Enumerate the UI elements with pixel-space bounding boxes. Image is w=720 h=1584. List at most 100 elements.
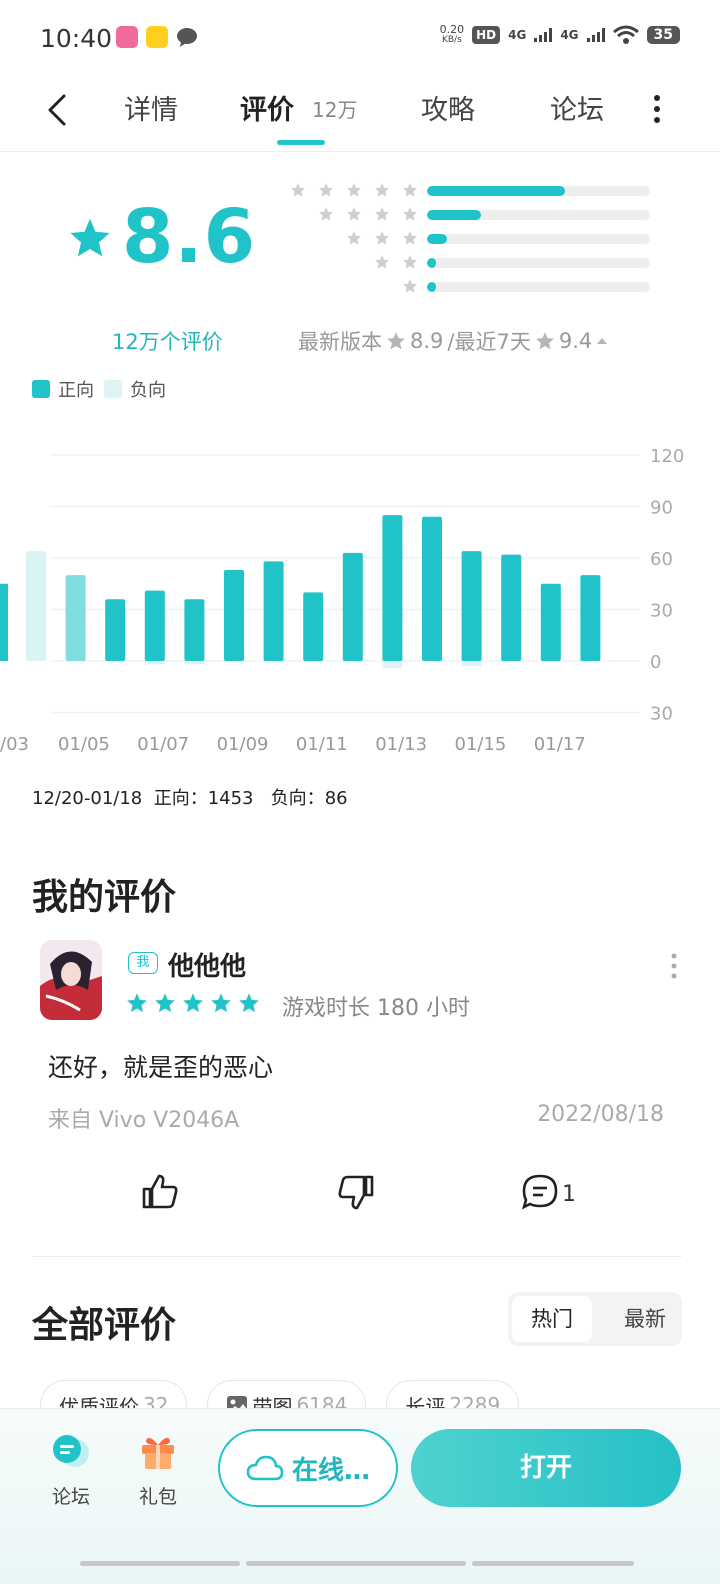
summary-line: 12/20-01/18 正向：1453 负向：86 [32, 784, 348, 810]
more-vertical-icon[interactable] [650, 92, 664, 126]
x-tick-label: /03 [0, 734, 29, 755]
me-badge: 我 [128, 952, 158, 974]
caret-up-icon [597, 338, 608, 344]
home-indicator [472, 1561, 634, 1566]
rating-bar-track [427, 282, 650, 292]
star-icon [318, 183, 334, 197]
gift-icon [142, 1437, 174, 1469]
y-tick-label: 30 [650, 601, 673, 622]
rating-bar-fill [427, 282, 436, 292]
forum-icon [53, 1435, 89, 1467]
rating-bar-track [427, 234, 650, 244]
comment-count: 1 [562, 1182, 576, 1207]
bar-positive [26, 551, 46, 661]
sort-hot-button[interactable]: 热门 [512, 1296, 592, 1342]
summary-negative-label: 负向： [270, 788, 325, 809]
bar-positive [224, 570, 244, 661]
bottom-action-bar: 论坛 礼包 在线… 打开 [0, 1408, 720, 1584]
bar-positive [461, 551, 482, 661]
rating-bar-track [427, 258, 650, 268]
cloud-play-button[interactable]: 在线… [218, 1429, 398, 1507]
x-tick-label: 01/13 [375, 734, 427, 755]
hd-icon: HD [472, 26, 501, 44]
status-bar: 10:40 0.20 KB/s HD 4G 4G 35 [0, 0, 720, 78]
bar-positive [105, 599, 126, 661]
star-icon [374, 231, 390, 245]
rating-row-2 [280, 252, 660, 276]
review-trend-chart[interactable]: 120 90 60 30 0 30/03 01/05 01/07 01/09 01/11 01/13… [0, 430, 720, 760]
summary-negative-count: 86 [324, 788, 348, 809]
star-icon [346, 207, 362, 221]
bar-positive [382, 515, 403, 661]
top-nav: 详情 评价 12万 攻略 论坛 [0, 78, 720, 152]
user-avatar[interactable] [40, 940, 102, 1020]
gift-label: 礼包 [138, 1486, 177, 1508]
status-time: 10:40 [40, 24, 113, 53]
bar-positive [422, 516, 442, 661]
star-icon [127, 993, 147, 1013]
bar-positive [0, 583, 8, 661]
review-text[interactable]: 还好，就是歪的恶心 [48, 1048, 273, 1084]
wifi-icon [612, 25, 639, 44]
tab-reviews-count: 12万 [312, 98, 358, 122]
all-reviews-title: 全部评价 [32, 1305, 177, 1346]
gift-button[interactable]: 礼包 [128, 1431, 188, 1509]
signal-4g-2: 4G [560, 28, 579, 42]
latest-version-score: 8.9 [410, 329, 444, 353]
bar-positive [342, 552, 363, 661]
bar-positive [144, 590, 165, 661]
latest-version-label: 最新版本 [298, 330, 382, 354]
star-icon [402, 207, 418, 221]
x-tick-label: 01/09 [217, 734, 269, 755]
rating-bar-fill [427, 234, 448, 244]
thumbs-up-icon[interactable] [140, 1172, 180, 1212]
comment-icon[interactable] [520, 1172, 560, 1212]
rating-bar-track [427, 186, 650, 196]
star-icon [346, 183, 362, 197]
device-info: 来自 Vivo V2046A [48, 1108, 240, 1133]
star-icon [211, 993, 231, 1013]
battery-icon: 35 [646, 26, 680, 44]
open-button[interactable]: 打开 [411, 1429, 681, 1507]
bar-negative [144, 661, 165, 665]
legend-negative-label: 负向 [130, 380, 166, 401]
home-indicator [246, 1561, 466, 1566]
star-icon [402, 183, 418, 197]
y-tick-label: 120 [650, 446, 684, 467]
bar-positive [540, 583, 561, 661]
forum-button[interactable]: 论坛 [41, 1431, 101, 1509]
cloud-icon [246, 1455, 284, 1481]
chart-legend: 正向 负向 [32, 376, 166, 402]
thumbs-down-icon[interactable] [336, 1172, 376, 1212]
tab-reviews[interactable]: 评价 [240, 88, 294, 127]
bar-negative [184, 661, 205, 665]
summary-positive-label: 正向： [153, 788, 208, 809]
signal-4g-1: 4G [508, 28, 527, 42]
review-menu-icon[interactable] [668, 952, 680, 980]
tab-guides[interactable]: 攻略 [421, 88, 475, 127]
review-count[interactable]: 12万个评价 [112, 326, 223, 356]
y-tick-label: 30 [650, 704, 673, 725]
meituan-icon [146, 26, 168, 48]
review-date: 2022/08/18 [537, 1102, 664, 1127]
legend-positive-label: 正向 [58, 380, 94, 401]
user-rating-stars [126, 992, 260, 1014]
cloud-play-label: 在线… [291, 1455, 370, 1486]
y-tick-label: 0 [650, 652, 661, 673]
star-icon [290, 183, 306, 197]
rating-bar-track [427, 210, 650, 220]
rating-row-3 [280, 228, 660, 252]
sort-new-button[interactable]: 最新 [612, 1296, 678, 1342]
rating-bar-fill [427, 210, 481, 220]
x-tick-label: 01/15 [455, 734, 507, 755]
back-arrow-icon[interactable] [40, 88, 80, 132]
active-tab-indicator [277, 140, 325, 145]
bilibili-icon [116, 26, 138, 48]
rating-row-1 [280, 276, 660, 300]
version-scores[interactable]: 最新版本 8.9 /最近7天 9.4 [298, 326, 608, 356]
star-icon [402, 255, 418, 269]
tab-details[interactable]: 详情 [124, 88, 178, 127]
star-icon [346, 231, 362, 245]
tab-forum[interactable]: 论坛 [550, 88, 604, 127]
username[interactable]: 他他他 [168, 946, 246, 983]
